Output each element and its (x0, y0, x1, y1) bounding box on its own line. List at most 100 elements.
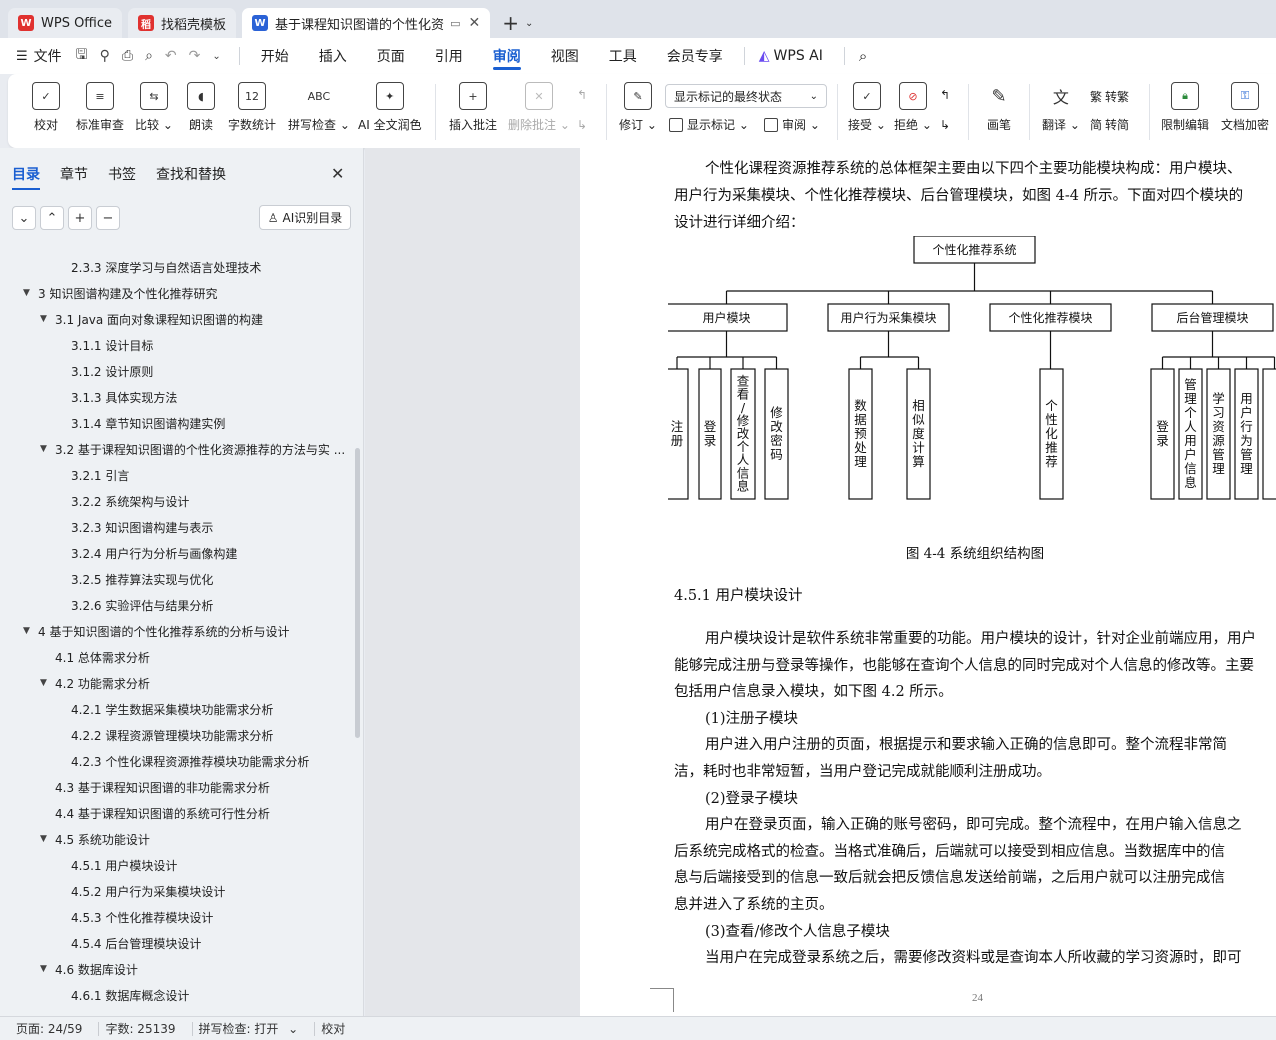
toc-item[interactable]: 4.5.3 个性化推荐模块设计 (0, 904, 352, 930)
print-preview-icon[interactable]: ⌕ (145, 48, 153, 64)
toc-item[interactable]: ▼ 4.2 功能需求分析 (0, 670, 352, 696)
ai-polish-button[interactable]: ✦ AI 全文润色 (358, 82, 422, 133)
toc-item[interactable]: 3.1.2 设计原则 (0, 358, 352, 384)
insert-comment-button[interactable]: + 插入批注 (449, 82, 497, 133)
word-count-button[interactable]: 12 字数统计 (228, 82, 276, 133)
pen-button[interactable]: ✎ 画笔 (985, 82, 1013, 133)
share-icon[interactable]: ⚲ (100, 48, 110, 64)
search-icon[interactable]: ⌕ (859, 47, 867, 65)
toc-item[interactable]: 2.3.3 深度学习与自然语言处理技术 (0, 254, 352, 280)
proofread-indicator[interactable]: 校对 (321, 1020, 345, 1037)
toc-item[interactable]: 3.1.3 具体实现方法 (0, 384, 352, 410)
toc-item[interactable]: 3.2.1 引言 (0, 462, 352, 488)
word-count-indicator[interactable]: 字数: 25139 (105, 1020, 175, 1037)
undo-icon[interactable]: ↶ (165, 48, 177, 64)
review-pane-button[interactable]: 审阅 ⌄ (764, 116, 820, 133)
read-aloud-button[interactable]: ◖ 朗读 (187, 82, 215, 133)
toc-item[interactable]: 4.5.2 用户行为采集模块设计 (0, 878, 352, 904)
expand-arrow-icon[interactable]: ▼ (40, 314, 47, 324)
next-comment-icon[interactable]: ↳ (577, 118, 587, 132)
toc-item[interactable]: 3.1.1 设计目标 (0, 332, 352, 358)
menu-view[interactable]: 视图 (551, 38, 579, 74)
close-tab-icon[interactable]: ✕ (468, 15, 480, 31)
new-tab-icon[interactable]: + (502, 8, 519, 38)
proofread-button[interactable]: ✓ 校对 (32, 82, 60, 133)
expand-arrow-icon[interactable]: ▼ (40, 834, 47, 844)
remove-heading-button[interactable]: − (96, 206, 120, 230)
menu-tools[interactable]: 工具 (609, 38, 637, 74)
toc-item[interactable]: 3.2.6 实验评估与结果分析 (0, 592, 352, 618)
toc-item[interactable]: ▼ 3 知识图谱构建及个性化推荐研究 (0, 280, 352, 306)
tab-chapters[interactable]: 章节 (60, 164, 88, 190)
prev-comment-icon[interactable]: ↰ (577, 88, 587, 102)
collapse-all-button[interactable]: ⌄ (12, 206, 36, 230)
toc-item[interactable]: 4.2.3 个性化课程资源推荐模块功能需求分析 (0, 748, 352, 774)
chevron-down-icon[interactable]: ⌄ (525, 8, 533, 38)
toc-item[interactable]: 3.2.4 用户行为分析与画像构建 (0, 540, 352, 566)
page-indicator[interactable]: 页面: 24/59 (16, 1020, 82, 1037)
ai-toc-button[interactable]: ♙ AI识别目录 (259, 205, 351, 230)
expand-arrow-icon[interactable]: ▼ (40, 964, 47, 974)
to-traditional-button[interactable]: 繁转繁 (1090, 88, 1129, 105)
expand-up-button[interactable]: ⌃ (40, 206, 64, 230)
toc-item[interactable]: 4.6.1 数据库概念设计 (0, 982, 352, 1008)
menu-review[interactable]: 审阅 (492, 38, 521, 74)
accept-button[interactable]: ✓ 接受 ⌄ (848, 82, 886, 133)
restrict-edit-button[interactable]: 🔒︎ 限制编辑 (1161, 82, 1209, 133)
toc-item[interactable]: ▼ 3.2 基于课程知识图谱的个性化资源推荐的方法与实 ... (0, 436, 352, 462)
tab-toc[interactable]: 目录 (12, 164, 40, 190)
toc-item[interactable]: 4.5.1 用户模块设计 (0, 852, 352, 878)
expand-arrow-icon[interactable]: ▼ (23, 626, 30, 636)
toc-item[interactable]: 3.2.2 系统架构与设计 (0, 488, 352, 514)
menu-page[interactable]: 页面 (377, 38, 405, 74)
toc-item[interactable]: ▼ 3.1 Java 面向对象课程知识图谱的构建 (0, 306, 352, 332)
track-changes-button[interactable]: ✎ 修订 ⌄ (619, 82, 657, 133)
tab-docer[interactable]: 稻 找稻壳模板 (128, 8, 237, 38)
tab-find-replace[interactable]: 查找和替换 (156, 164, 226, 190)
delete-comment-button[interactable]: ✕ 删除批注 ⌄ (508, 82, 570, 133)
expand-arrow-icon[interactable]: ▼ (40, 678, 47, 688)
markup-state-select[interactable]: 显示标记的最终状态 ⌄ (665, 84, 827, 108)
chevron-down-icon[interactable]: ⌄ (212, 51, 220, 62)
toc-item[interactable]: 4.3 基于课程知识图谱的非功能需求分析 (0, 774, 352, 800)
toc-item[interactable]: 3.2.5 推荐算法实现与优化 (0, 566, 352, 592)
file-menu[interactable]: 文件 (34, 46, 62, 66)
redo-icon[interactable]: ↷ (189, 48, 201, 64)
toc-item[interactable]: ▼ 4 基于知识图谱的个性化推荐系统的分析与设计 (0, 618, 352, 644)
next-change-icon[interactable]: ↳ (940, 118, 950, 132)
toc-item[interactable]: 3.2.3 知识图谱构建与表示 (0, 514, 352, 540)
prev-change-icon[interactable]: ↰ (940, 88, 950, 102)
reject-button[interactable]: ⊘ 拒绝 ⌄ (894, 82, 932, 133)
menu-home[interactable]: 开始 (261, 38, 289, 74)
compare-button[interactable]: ⇆ 比较 ⌄ (135, 82, 173, 133)
tab-wps-office[interactable]: W WPS Office (8, 8, 123, 38)
toc-item[interactable]: ▼ 4.5 系统功能设计 (0, 826, 352, 852)
show-markup-button[interactable]: 显示标记 ⌄ (669, 116, 749, 133)
toc-item[interactable]: 4.4 基于课程知识图谱的系统可行性分析 (0, 800, 352, 826)
tab-current-document[interactable]: W 基于课程知识图谱的个性化资 ▭ ✕ (242, 8, 491, 38)
spell-check-indicator[interactable]: 拼写检查: 打开 ⌄ (199, 1020, 299, 1037)
hamburger-icon[interactable]: ☰ (16, 49, 28, 64)
toc-item[interactable]: 4.5.4 后台管理模块设计 (0, 930, 352, 956)
expand-arrow-icon[interactable]: ▼ (40, 444, 47, 454)
save-icon[interactable]: 🖫 (76, 44, 88, 68)
document-page[interactable]: 个性化课程资源推荐系统的总体框架主要由以下四个主要功能模块构成：用户模块、 用户… (580, 148, 1276, 1016)
toc-item[interactable]: 4.2.1 学生数据采集模块功能需求分析 (0, 696, 352, 722)
scrollbar[interactable] (355, 448, 360, 738)
menu-references[interactable]: 引用 (435, 38, 463, 74)
add-heading-button[interactable]: + (68, 206, 92, 230)
expand-arrow-icon[interactable]: ▼ (23, 288, 30, 298)
toc-item[interactable]: ▼ 4.6 数据库设计 (0, 956, 352, 982)
toc-item[interactable]: 3.1.4 章节知识图谱构建实例 (0, 410, 352, 436)
close-icon[interactable]: ✕ (331, 164, 344, 183)
menu-member[interactable]: 会员专享 (667, 38, 723, 74)
translate-button[interactable]: 文翻译 ⌄ (1042, 82, 1080, 133)
tab-bookmarks[interactable]: 书签 (108, 164, 136, 190)
menu-wps-ai[interactable]: ◭ WPS AI (759, 38, 823, 74)
toc-item[interactable]: 4.2.2 课程资源管理模块功能需求分析 (0, 722, 352, 748)
encrypt-button[interactable]: ⚿ 文档加密 (1221, 82, 1269, 133)
standard-review-button[interactable]: ≡ 标准审查 (76, 82, 124, 133)
toc-item[interactable]: 4.1 总体需求分析 (0, 644, 352, 670)
to-simplified-button[interactable]: 简转简 (1090, 116, 1129, 133)
spell-check-button[interactable]: ABC 拼写检查 ⌄ (288, 82, 350, 133)
